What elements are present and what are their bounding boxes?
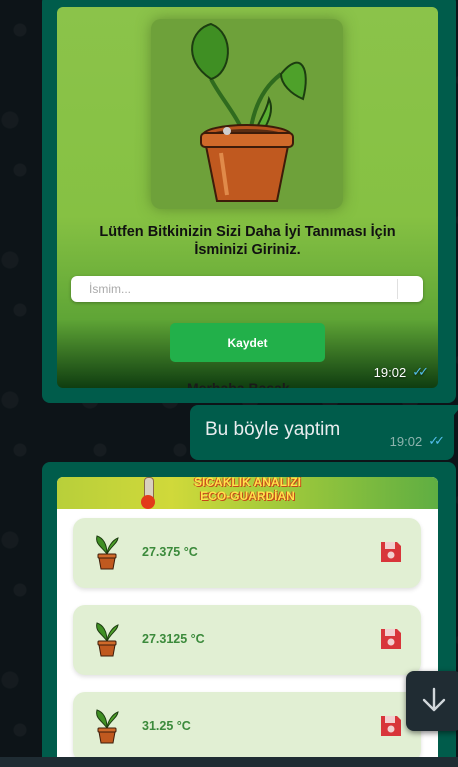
image-message-bubble[interactable]: SICAKLIK ANALİZİ ECO-GUARDİAN 27.375 °C: [42, 462, 456, 767]
plant-illustration: [151, 19, 343, 209]
scroll-to-bottom-button[interactable]: [406, 671, 458, 731]
save-button[interactable]: Kaydet: [170, 323, 325, 362]
temperature-card[interactable]: 27.375 °C: [73, 518, 421, 588]
message-text: Bu böyle yaptim: [205, 419, 341, 440]
banner-title-line2: ECO-GUARDİAN: [200, 489, 295, 503]
greeting-text: Merhaba Başak: [187, 380, 290, 388]
temperature-card[interactable]: 27.3125 °C: [73, 605, 421, 675]
floppy-disk-icon[interactable]: [379, 627, 403, 651]
message-time: 19:02: [389, 433, 423, 449]
message-meta: 19:02 ✓✓: [373, 364, 429, 380]
floppy-disk-icon[interactable]: [379, 540, 403, 564]
floppy-disk-icon[interactable]: [379, 714, 403, 738]
app-screenshot-temperature-analysis[interactable]: SICAKLIK ANALİZİ ECO-GUARDİAN 27.375 °C: [57, 477, 438, 767]
composer-bar-edge: [0, 757, 458, 767]
plant-icon: [96, 709, 119, 744]
double-check-icon: ✓✓: [412, 364, 429, 379]
temperature-value: 31.25 °C: [142, 719, 191, 733]
image-message-bubble[interactable]: Lütfen Bitkinizin Sizi Daha İyi Tanıması…: [42, 0, 456, 403]
plant-icon: [96, 622, 119, 657]
temperature-value: 27.375 °C: [142, 545, 198, 559]
temperature-value: 27.3125 °C: [142, 632, 205, 646]
eco-guardian-banner: SICAKLIK ANALİZİ ECO-GUARDİAN: [57, 477, 438, 509]
name-input[interactable]: [71, 276, 423, 302]
message-time: 19:02: [373, 364, 407, 380]
double-check-icon: ✓✓: [428, 433, 445, 448]
arrow-down-icon: [422, 687, 446, 712]
message-meta: 19:02 ✓✓: [389, 433, 445, 449]
input-divider: [397, 279, 398, 299]
bubble-tail: [454, 405, 458, 415]
name-prompt-title: Lütfen Bitkinizin Sizi Daha İyi Tanıması…: [99, 224, 396, 258]
app-screenshot-name-entry[interactable]: Lütfen Bitkinizin Sizi Daha İyi Tanıması…: [57, 7, 438, 388]
outgoing-message-bubble[interactable]: Bu böyle yaptim 19:02 ✓✓: [190, 405, 454, 460]
banner-title-line1: SICAKLIK ANALİZİ: [194, 477, 301, 489]
plant-icon: [96, 535, 119, 570]
temperature-card[interactable]: 31.25 °C: [73, 692, 421, 762]
